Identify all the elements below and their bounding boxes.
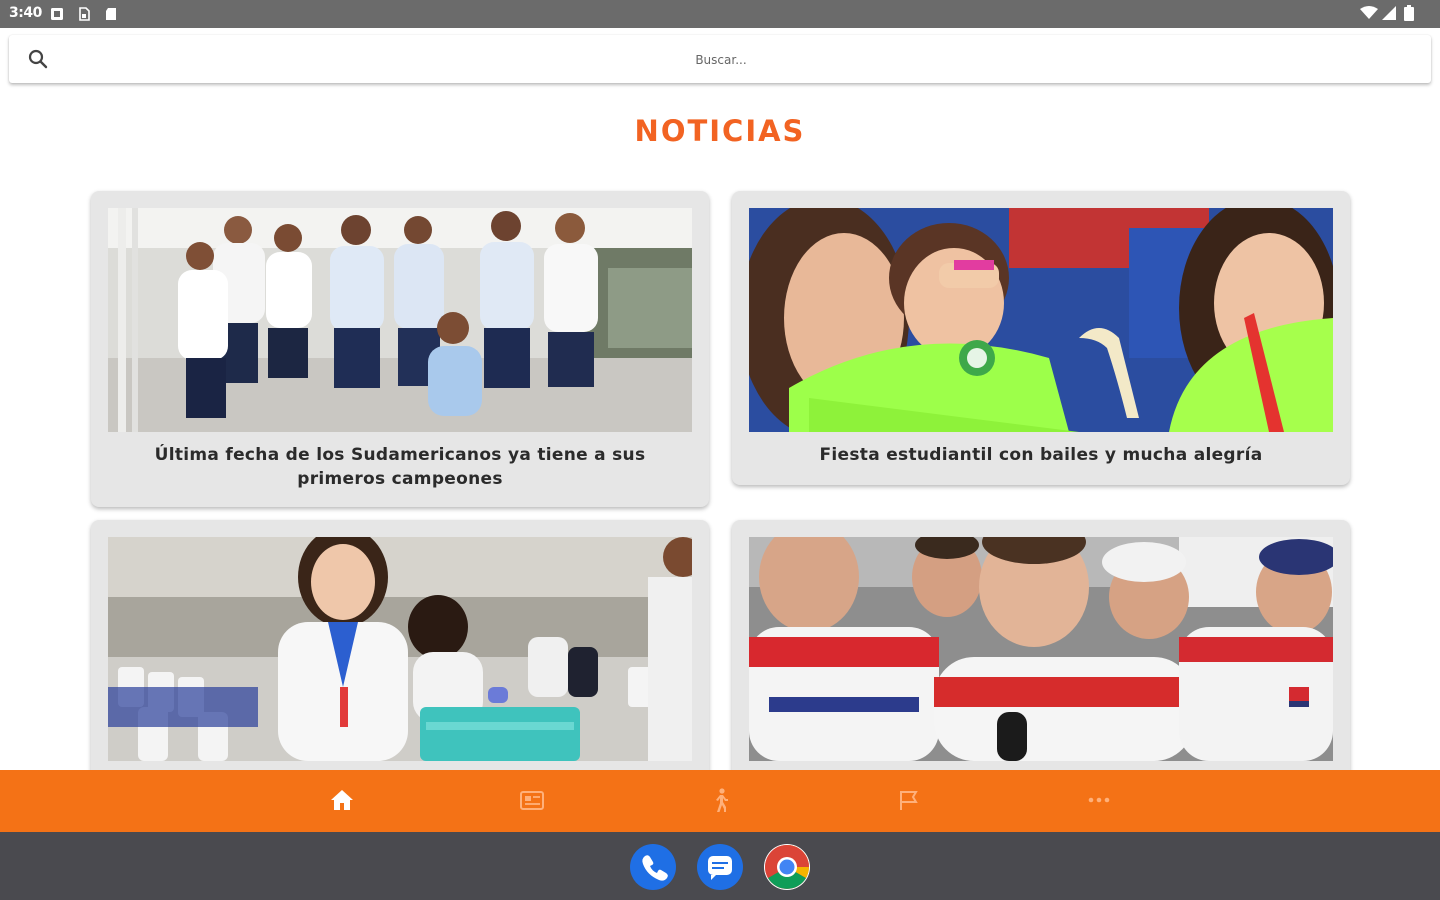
nav-countries[interactable] (849, 770, 969, 832)
search-bar[interactable] (9, 35, 1431, 83)
nav-more[interactable] (1038, 770, 1158, 832)
chrome-app[interactable] (764, 844, 810, 890)
nav-home[interactable] (282, 770, 402, 832)
flag-icon[interactable] (897, 788, 921, 812)
running-person-icon[interactable] (708, 788, 732, 814)
sd-card-icon (106, 8, 116, 20)
news-card[interactable]: Última fecha de los Sudamericanos ya tie… (91, 191, 709, 507)
nav-sports[interactable] (660, 770, 780, 832)
search-icon[interactable] (28, 49, 48, 69)
signal-icon (1382, 6, 1396, 20)
phone-icon[interactable] (630, 844, 676, 890)
news-image[interactable] (108, 208, 692, 432)
news-image[interactable] (749, 537, 1333, 761)
page-title: NOTICIAS (634, 114, 806, 148)
clock: 3:40 (9, 5, 42, 21)
news-title[interactable]: Fiesta estudiantil con bailes y mucha al… (752, 443, 1330, 467)
news-image[interactable] (108, 537, 692, 761)
notification-icon (51, 8, 63, 20)
bottom-navigation (0, 770, 1440, 832)
nav-news[interactable] (471, 770, 591, 832)
more-icon[interactable] (1086, 788, 1112, 812)
status-bar: 3:40 (0, 0, 1440, 28)
wifi-icon (1360, 6, 1378, 19)
news-title[interactable]: Última fecha de los Sudamericanos ya tie… (111, 443, 689, 491)
battery-icon (1404, 5, 1414, 21)
home-icon[interactable] (330, 788, 354, 812)
news-card[interactable]: Fiesta estudiantil con bailes y mucha al… (732, 191, 1350, 485)
system-dock (0, 832, 1440, 900)
messages-icon[interactable] (697, 844, 743, 890)
news-image[interactable] (749, 208, 1333, 432)
news-icon[interactable] (519, 788, 545, 812)
search-input[interactable] (69, 43, 1373, 77)
messages-app[interactable] (697, 844, 743, 890)
chrome-icon[interactable] (764, 844, 810, 890)
sim-icon (79, 7, 90, 21)
phone-app[interactable] (630, 844, 676, 890)
